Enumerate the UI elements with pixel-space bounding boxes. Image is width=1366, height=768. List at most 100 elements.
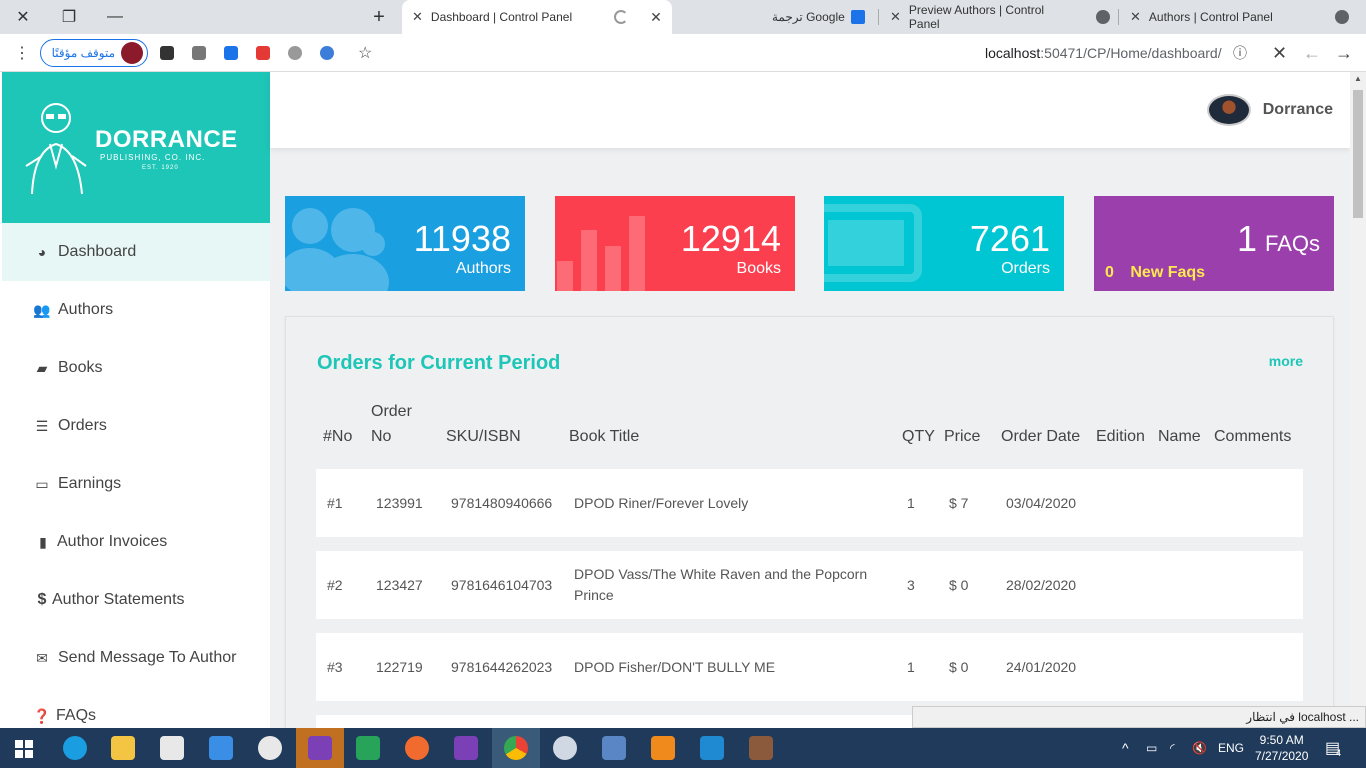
- extension-icon[interactable]: [192, 46, 206, 60]
- faqs-stat-card[interactable]: 1 FAQs 0 New Faqs: [1094, 196, 1334, 291]
- books-stat-card[interactable]: 12914 Books: [555, 196, 795, 291]
- sidebar-item-author-invoices[interactable]: ▮ Author Invoices: [2, 513, 270, 571]
- sidebar-item-author-statements[interactable]: $ Author Statements: [2, 571, 270, 629]
- orders-count: 7261: [969, 218, 1050, 259]
- table-row[interactable]: #3 122719 9781644262023 DPOD Fisher/DON'…: [316, 633, 1303, 701]
- tab-close-icon[interactable]: ✕: [412, 9, 423, 25]
- remote-desktop-icon[interactable]: [602, 736, 626, 760]
- dashboard-icon: ◕: [37, 244, 47, 260]
- tab-google-translate[interactable]: ترجمة Google: [762, 0, 878, 34]
- tab-close-icon[interactable]: ✕: [650, 9, 662, 26]
- vscode-icon[interactable]: [700, 736, 724, 760]
- new-tab-button[interactable]: +: [356, 0, 402, 34]
- restore-window-icon[interactable]: ❐: [46, 0, 92, 34]
- extension-icon[interactable]: [320, 46, 334, 60]
- edge-icon[interactable]: [63, 736, 87, 760]
- language-indicator[interactable]: ENG: [1218, 728, 1244, 768]
- visual-studio-icon[interactable]: [454, 736, 478, 760]
- envelope-icon: ✉: [36, 649, 48, 666]
- stop-icon[interactable]: ✕: [1272, 34, 1287, 72]
- header-sku: SKU/ISBN: [446, 428, 521, 445]
- notifications-button[interactable]: ▤ 4: [1325, 728, 1341, 768]
- paint-icon[interactable]: [553, 736, 577, 760]
- tab-authors[interactable]: ✕ Authors | Control Panel: [1120, 0, 1360, 34]
- authors-stat-card[interactable]: 11938 Authors: [285, 196, 525, 291]
- tab-close-icon[interactable]: ✕: [1130, 9, 1141, 25]
- header-order-no: No: [371, 428, 392, 445]
- sidebar-item-orders[interactable]: ☰ Orders: [2, 397, 270, 455]
- tab-dashboard[interactable]: ✕ Dashboard | Control Panel ✕: [402, 0, 672, 34]
- store-icon[interactable]: [160, 736, 184, 760]
- postman-icon[interactable]: [405, 736, 429, 760]
- site-info-icon[interactable]: ⓘ: [1233, 34, 1247, 72]
- sublime-icon[interactable]: [651, 736, 675, 760]
- minimize-window-icon[interactable]: —: [92, 0, 138, 34]
- windows-start-icon[interactable]: [15, 740, 33, 758]
- forward-icon[interactable]: →: [1335, 34, 1353, 72]
- scroll-up-icon[interactable]: ▲: [1354, 74, 1362, 83]
- users-icon: 👥: [33, 301, 51, 318]
- extensions-icon[interactable]: [160, 46, 174, 60]
- books-count: 12914: [680, 218, 781, 259]
- back-icon[interactable]: ←: [1303, 34, 1321, 72]
- page-scrollbar[interactable]: ▲: [1350, 72, 1366, 728]
- sidebar-item-send-message[interactable]: ✉ Send Message To Author: [2, 629, 270, 687]
- cell-order-date: 24/01/2020: [1006, 659, 1077, 675]
- new-faqs-label: New Faqs: [1130, 264, 1206, 281]
- logo-brand: DORRANCE: [95, 126, 238, 153]
- extension-icon[interactable]: [256, 46, 270, 60]
- orders-label: Orders: [1001, 260, 1050, 277]
- cell-no: #3: [327, 659, 343, 675]
- sidebar-item-faqs[interactable]: ❓ FAQs: [2, 687, 270, 728]
- bookmark-star-icon[interactable]: ☆: [358, 34, 372, 72]
- sidebar-item-authors[interactable]: 👥 Authors: [2, 281, 270, 339]
- tab-preview-authors[interactable]: ✕ Preview Authors | Control Panel: [880, 0, 1120, 34]
- header-order-date: Order Date: [1001, 428, 1081, 445]
- user-menu[interactable]: Dorrance: [1206, 94, 1333, 126]
- menu-dots-icon[interactable]: ⋮: [14, 34, 30, 72]
- header-book-title: Book Title: [569, 428, 640, 445]
- profile-paused-button[interactable]: متوقف مؤقتًا: [40, 39, 148, 67]
- file-explorer-icon[interactable]: [111, 736, 135, 760]
- table-row[interactable]: #2 123427 9781646104703 DPOD Vass/The Wh…: [316, 551, 1303, 619]
- excel-icon[interactable]: [356, 736, 380, 760]
- mail-icon[interactable]: [209, 736, 233, 760]
- authors-count: 11938: [413, 218, 511, 259]
- sidebar-item-earnings[interactable]: ▭ Earnings: [2, 455, 270, 513]
- bar-chart-icon: [557, 216, 645, 291]
- cell-qty: 3: [907, 577, 915, 593]
- clock[interactable]: 9:50 AM 7/27/2020: [1255, 728, 1308, 768]
- cell-sku: 9781644262023: [451, 659, 553, 675]
- faqs-counter: 1 FAQs: [1237, 218, 1320, 260]
- url-field[interactable]: localhost:50471/CP/Home/dashboard/: [985, 34, 1222, 72]
- logo[interactable]: DORRANCE PUBLISHING, CO. INC. EST. 1920: [2, 72, 270, 223]
- battery-icon[interactable]: ▭: [1146, 728, 1157, 768]
- extension-icon[interactable]: [288, 46, 302, 60]
- header-edition: Edition: [1096, 428, 1145, 445]
- winrar-icon[interactable]: [749, 736, 773, 760]
- close-window-icon[interactable]: ✕: [0, 0, 46, 34]
- chrome-icon: [504, 736, 528, 760]
- dollar-icon: $: [37, 591, 47, 608]
- extension-icon[interactable]: [224, 46, 238, 60]
- tab-close-icon[interactable]: ✕: [890, 9, 901, 25]
- tab-title: Preview Authors | Control Panel: [908, 3, 1045, 31]
- list-icon: ☰: [35, 417, 49, 434]
- wifi-icon[interactable]: ◜: [1170, 728, 1175, 768]
- url-host: localhost: [985, 45, 1041, 61]
- table-row[interactable]: #1 123991 9781480940666 DPOD Riner/Forev…: [316, 469, 1303, 537]
- orders-stat-card[interactable]: 7261 Orders: [824, 196, 1064, 291]
- sidebar-item-books[interactable]: ▰ Books: [2, 339, 270, 397]
- sidebar-item-label: Author Invoices: [57, 533, 168, 550]
- loading-spinner-icon: [614, 10, 629, 24]
- more-link[interactable]: more: [1269, 353, 1303, 369]
- slack-icon[interactable]: [258, 736, 282, 760]
- monitor-icon: [824, 204, 922, 282]
- scrollbar-thumb[interactable]: [1353, 90, 1363, 218]
- sidebar-item-dashboard[interactable]: ◕ Dashboard: [2, 223, 270, 281]
- visual-studio-taskbar-item[interactable]: [296, 728, 344, 768]
- chrome-taskbar-item[interactable]: [492, 728, 540, 768]
- cell-no: #1: [327, 495, 343, 511]
- volume-icon[interactable]: 🔇: [1192, 728, 1207, 768]
- tray-chevron-icon[interactable]: ^: [1122, 728, 1129, 768]
